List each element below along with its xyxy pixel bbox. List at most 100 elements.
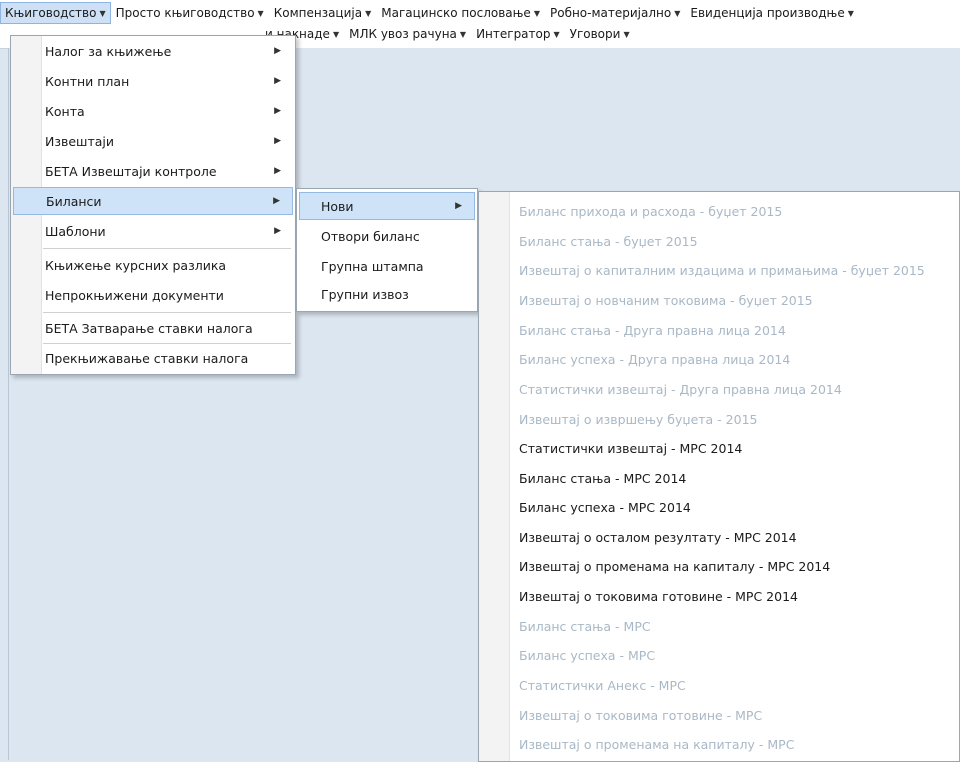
menu-item-report: Извештај о новчаним токовима - буџет 201… xyxy=(481,286,957,314)
menu-label: Робно-материјално xyxy=(549,6,672,20)
menu-label: Евиденција производње xyxy=(690,6,845,20)
menu-item-bilans-uspeha-mrs-2014[interactable]: Биланс успеха - МРС 2014 xyxy=(481,493,957,521)
menu-item-label: Шаблони xyxy=(45,223,106,239)
caret-right-icon: ▶ xyxy=(455,201,462,211)
menu-item-label: Извештај о капиталним издацима и примањи… xyxy=(519,262,925,278)
menu-item-ostali-rezultat-mrs-2014[interactable]: Извештај о осталом резултату - МРС 2014 xyxy=(481,523,957,551)
menu-item-label: Контни план xyxy=(45,73,130,89)
menu-item-label: Биланс успеха - МРС 2014 xyxy=(519,499,691,515)
caret-down-icon: ▼ xyxy=(332,29,340,39)
menu-separator xyxy=(43,248,291,249)
menu-item-novi[interactable]: Нови ▶ xyxy=(299,192,475,220)
menu-item-label: Прекњижавање ставки налога xyxy=(45,350,249,366)
menu-evidencija[interactable]: Евиденција производње ▼ xyxy=(685,2,858,24)
menu-item-promene-kapital-mrs-2014[interactable]: Извештај о променама на капиталу - МРС 2… xyxy=(481,552,957,580)
menu-item-grupni-izvoz[interactable]: Групни извоз xyxy=(299,280,475,308)
menu-label: Компензација xyxy=(273,6,363,20)
menu-item-tokovi-gotovine-mrs-2014[interactable]: Извештај о токовима готовине - МРС 2014 xyxy=(481,582,957,610)
bilansi-submenu: Нови ▶ Отвори биланс Групна штампа Групни… xyxy=(296,188,478,312)
menu-item-label: Биланс стања - МРС xyxy=(519,618,651,634)
menu-item-statisticki-mrs-2014[interactable]: Статистички извештај - МРС 2014 xyxy=(481,434,957,462)
menu-item-kursne-razlike[interactable]: Књижење курсних разлика xyxy=(13,251,293,279)
caret-down-icon: ▼ xyxy=(257,8,264,18)
menu-label: Магацинско пословање xyxy=(381,6,531,20)
menu-item-label: Конта xyxy=(45,103,85,119)
menu-item-label: Извештаји xyxy=(45,133,115,149)
menu-robno[interactable]: Робно-материјално ▼ xyxy=(545,2,685,24)
menu-item-preknjizavanje[interactable]: Прекњижавање ставки налога xyxy=(13,344,293,372)
menu-item-nalog[interactable]: Налог за књижење ▶ xyxy=(13,37,293,65)
menu-item-neproknjizeni[interactable]: Непрокњижени документи xyxy=(13,281,293,309)
menu-item-label: Биланс стања - МРС 2014 xyxy=(519,470,687,486)
menu-item-label: Групна штампа xyxy=(321,258,424,274)
caret-down-icon: ▼ xyxy=(459,29,467,39)
menu-label: Просто књиговодство xyxy=(115,6,255,20)
menu-label: Књиговодство xyxy=(5,6,97,20)
menu-item-label: Биланс прихода и расхода - буџет 2015 xyxy=(519,203,783,219)
menu-mlk-uvoz[interactable]: МЛК увоз рачуна ▼ xyxy=(344,23,471,45)
menu-item-label: Извештај о токовима готовине - МРС xyxy=(519,707,763,723)
menu-magacinsko[interactable]: Магацинско пословање ▼ xyxy=(376,2,545,24)
menu-label: Уговори xyxy=(569,27,621,41)
menu-item-label: Отвори биланс xyxy=(321,228,420,244)
menu-item-sabloni[interactable]: Шаблони ▶ xyxy=(13,217,293,245)
menu-item-label: БЕТА Затварање ставки налога xyxy=(45,320,253,336)
menu-item-beta-izvestaji[interactable]: БЕТА Извештаји контроле ▶ xyxy=(13,157,293,185)
menu-item-label: Статистички Анекс - МРС xyxy=(519,677,686,693)
caret-down-icon: ▼ xyxy=(553,29,560,39)
menu-label: Интегратор xyxy=(476,27,551,41)
menu-item-report: Извештај о извршењу буџета - 2015 xyxy=(481,405,957,433)
menu-item-report: Биланс успеха - Друга правна лица 2014 xyxy=(481,345,957,373)
menu-item-label: Статистички извештај - Друга правна лица… xyxy=(519,381,842,397)
menu-item-label: Извештај о променама на капиталу - МРС 2… xyxy=(519,558,831,574)
menu-knjigovodstvo[interactable]: Књиговодство ▼ xyxy=(0,2,111,24)
menubar-row-1: Књиговодство ▼ Просто књиговодство ▼ Компе… xyxy=(0,2,859,24)
menu-item-otvori-bilans[interactable]: Отвори биланс xyxy=(299,222,475,250)
menu-item-label: Извештај о осталом резултату - МРС 2014 xyxy=(519,529,797,545)
caret-down-icon: ▼ xyxy=(365,8,372,18)
menu-item-report: Статистички Анекс - МРС xyxy=(481,671,957,699)
knjigovodstvo-dropdown: Налог за књижење ▶ Контни план ▶ Конта ▶ Из… xyxy=(10,35,296,375)
menu-item-kontni-plan[interactable]: Контни план ▶ xyxy=(13,67,293,95)
menu-item-label: Извештај о извршењу буџета - 2015 xyxy=(519,411,758,427)
menu-item-konta[interactable]: Конта ▶ xyxy=(13,97,293,125)
caret-right-icon: ▶ xyxy=(274,46,281,56)
menu-item-beta-zatvaranje[interactable]: БЕТА Затварање ставки налога xyxy=(13,314,293,342)
menu-item-bilans-stanja-mrs-2014[interactable]: Биланс стања - МРС 2014 xyxy=(481,464,957,492)
menu-item-report: Извештај о токовима готовине - МРС xyxy=(481,701,957,729)
menu-item-label: Налог за књижење xyxy=(45,43,172,59)
caret-right-icon: ▶ xyxy=(274,106,281,116)
menu-item-label: Књижење курсних разлика xyxy=(45,257,227,273)
caret-right-icon: ▶ xyxy=(273,196,280,206)
menu-item-label: Биланс успеха - Друга правна лица 2014 xyxy=(519,351,791,367)
menu-item-report: Биланс стања - МРС xyxy=(481,612,957,640)
caret-down-icon: ▼ xyxy=(99,8,106,18)
menu-kompenzacija[interactable]: Компензација ▼ xyxy=(269,2,377,24)
menu-item-izvestaji[interactable]: Извештаји ▶ xyxy=(13,127,293,155)
menu-item-report: Биланс стања - Друга правна лица 2014 xyxy=(481,316,957,344)
menu-ugovori[interactable]: Уговори ▼ xyxy=(565,23,635,45)
menu-item-label: Биланс стања - буџет 2015 xyxy=(519,233,698,249)
menu-item-report: Биланс стања - буџет 2015 xyxy=(481,227,957,255)
caret-down-icon: ▼ xyxy=(623,29,630,39)
menu-item-grupna-stampa[interactable]: Групна штампа xyxy=(299,252,475,280)
caret-right-icon: ▶ xyxy=(274,76,281,86)
caret-right-icon: ▶ xyxy=(274,166,281,176)
caret-down-icon: ▼ xyxy=(674,8,681,18)
menu-item-label: Извештај о токовима готовине - МРС 2014 xyxy=(519,588,798,604)
menu-integrator[interactable]: Интегратор ▼ xyxy=(471,23,565,45)
menu-item-label: Извештај о новчаним токовима - буџет 201… xyxy=(519,292,813,308)
menu-item-report: Извештај о капиталним издацима и примањи… xyxy=(481,256,957,284)
menu-separator xyxy=(43,312,291,313)
caret-right-icon: ▶ xyxy=(274,136,281,146)
menubar-row-2: и накнаде ▼ МЛК увоз рачуна ▼ Интегратор ▼ … xyxy=(260,23,635,45)
caret-right-icon: ▶ xyxy=(274,226,281,236)
menu-item-label: Биланс успеха - МРС xyxy=(519,647,656,663)
menu-item-label: БЕТА Извештаји контроле xyxy=(45,163,217,179)
menu-item-report: Статистички извештај - Друга правна лица… xyxy=(481,375,957,403)
menu-prosto-knjigovodstvo[interactable]: Просто књиговодство ▼ xyxy=(111,2,269,24)
caret-down-icon: ▼ xyxy=(847,8,854,18)
menu-item-label: Извештај о променама на капиталу - МРС xyxy=(519,736,795,752)
menu-item-label: Нови xyxy=(321,198,354,214)
menu-item-bilansi[interactable]: Биланси ▶ xyxy=(13,187,293,215)
